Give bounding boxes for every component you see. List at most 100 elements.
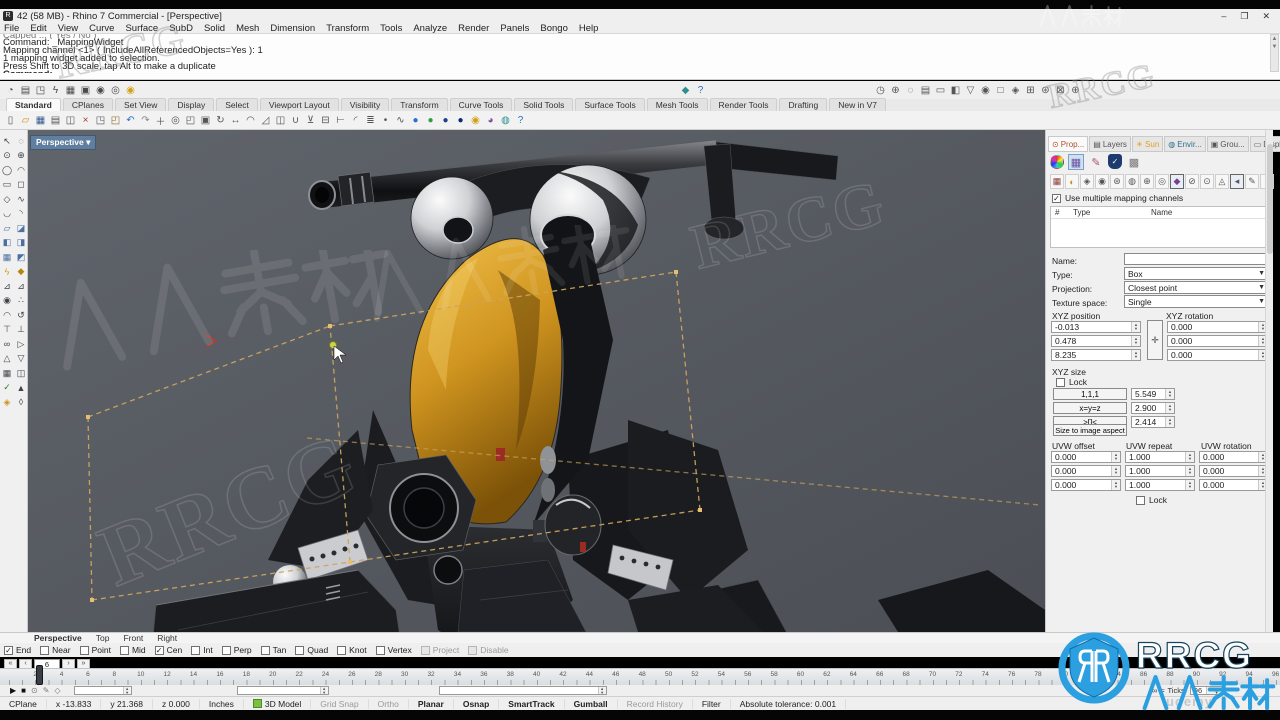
size-preset-button[interactable]: x=y=z	[1053, 402, 1127, 414]
size-value-input[interactable]: 2.414 ▲ ▼	[1131, 416, 1175, 428]
clipboard-icon[interactable]: ▤	[18, 83, 33, 98]
anim-value-input[interactable]: ▲ ▼	[236, 686, 329, 695]
render-colorwheel-icon[interactable]: ◉	[1050, 155, 1064, 169]
render-window-icon[interactable]: ⊕	[888, 83, 903, 98]
panel-tab[interactable]: ▤ Layers	[1089, 136, 1131, 152]
osnap-checkbox[interactable]: Perp	[221, 645, 252, 655]
status-bar-item[interactable]: x -13.833	[47, 698, 102, 709]
map-cylinder-icon[interactable]: ◍	[1125, 174, 1139, 189]
status-bar-item[interactable]: Inches	[200, 698, 244, 709]
conic-icon[interactable]: ◝	[15, 207, 28, 220]
osnap-checkbox[interactable]: Quad	[295, 645, 328, 655]
box-icon[interactable]: ▦	[1, 251, 14, 264]
save-icon[interactable]: ▦	[33, 113, 48, 128]
target-icon[interactable]: ◉	[93, 83, 108, 98]
mirror2-icon[interactable]: ◫	[15, 367, 28, 380]
scale-icon[interactable]: ◿	[258, 113, 273, 128]
shield-icon[interactable]: ✓	[1108, 154, 1122, 169]
curve-icon[interactable]: ∿	[393, 113, 408, 128]
panel-icon[interactable]: ▦	[1, 367, 14, 380]
perp-icon[interactable]: ⊥	[15, 323, 28, 336]
texture-space-dropdown[interactable]: Single ▼	[1124, 295, 1268, 308]
xyz-rotation-input[interactable]: 0.000 ▲ ▼	[1167, 335, 1268, 347]
mapping-widget-icon[interactable]: ▦	[1068, 154, 1084, 170]
triangle-icon[interactable]: ⊿	[1, 280, 14, 293]
osnap-checkbox[interactable]: Tan	[260, 645, 286, 655]
status-bar-item[interactable]: Gumball	[565, 698, 618, 709]
loft-icon[interactable]: ◪	[15, 222, 28, 235]
mirror-icon[interactable]: ◫	[273, 113, 288, 128]
toolbar-tab[interactable]: Solid Tools	[514, 98, 574, 111]
size-to-image-aspect-button[interactable]: Size to image aspect	[1053, 424, 1127, 436]
toolbar-tab[interactable]: Surface Tools	[575, 98, 645, 111]
timeline-playhead[interactable]	[36, 665, 43, 685]
status-bar-item[interactable]: SmartTrack	[499, 698, 565, 709]
spinner[interactable]: ▲ ▼	[1185, 480, 1194, 490]
cylinder-icon[interactable]: ◩	[15, 251, 28, 264]
circle-icon[interactable]: ◯	[1, 164, 14, 177]
shade-icon[interactable]: ◧	[948, 83, 963, 98]
uvw-offset-input[interactable]: 0.000 ▲ ▼	[1051, 479, 1121, 491]
panel-scrollbar[interactable]	[1265, 130, 1273, 632]
grid2-icon[interactable]: ⊞	[1023, 83, 1038, 98]
help-icon[interactable]: ?	[693, 83, 708, 98]
menu-item[interactable]: Analyze	[413, 23, 447, 34]
move-icon[interactable]: ↔	[228, 113, 243, 128]
star-icon[interactable]: ⊛	[1038, 83, 1053, 98]
spinner[interactable]: ▲ ▼	[1165, 389, 1174, 399]
viewport-tab[interactable]: Right	[157, 633, 177, 643]
spinner[interactable]: ▲ ▼	[1111, 466, 1120, 476]
size-value-input[interactable]: 2.900 ▲ ▼	[1131, 402, 1175, 414]
status-bar-item[interactable]: Ortho	[369, 698, 409, 709]
fillet2-icon[interactable]: ◠	[1, 309, 14, 322]
status-bar-item[interactable]: y 21.368	[101, 698, 153, 709]
record-icon[interactable]: ✎	[43, 686, 50, 695]
status-bar-item[interactable]: 3D Model	[244, 698, 312, 709]
teapot-icon[interactable]: ◌	[903, 83, 918, 98]
widget-align-button[interactable]: ✛	[1147, 320, 1163, 360]
spinner[interactable]: ▲ ▼	[1131, 322, 1140, 332]
viewport-tab[interactable]: Perspective	[34, 633, 82, 643]
tee-icon[interactable]: ⊤	[1, 323, 14, 336]
select-icon[interactable]: ↖	[1, 135, 14, 148]
minimize-button[interactable]: –	[1221, 11, 1226, 21]
search-icon[interactable]: ◎	[108, 83, 123, 98]
osnap-checkbox[interactable]: Project	[420, 645, 459, 655]
osnap-checkbox[interactable]: Cen	[154, 645, 182, 655]
prev-frame-button[interactable]: ‹	[19, 658, 32, 669]
uvw-repeat-input[interactable]: 1.000 ▲ ▼	[1125, 479, 1195, 491]
toolbar-tab[interactable]: Set View	[114, 98, 167, 111]
status-bar-item[interactable]: Grid Snap	[311, 698, 369, 709]
uvw-rotation-input[interactable]: 0.000 ▲ ▼	[1199, 451, 1268, 463]
menu-item[interactable]: File	[4, 23, 19, 34]
map-show-icon[interactable]: ◂	[1230, 174, 1244, 189]
bolt-icon[interactable]: ϟ	[48, 83, 63, 98]
help2-icon[interactable]: ?	[513, 113, 528, 128]
toolbar-tab[interactable]: Drafting	[779, 98, 828, 111]
offset-icon[interactable]: ≣	[363, 113, 378, 128]
undo2-icon[interactable]: ↺	[15, 309, 28, 322]
points-icon[interactable]: ⊕	[15, 149, 28, 162]
toolbar-tab[interactable]: Curve Tools	[449, 98, 513, 111]
undo-icon[interactable]: ↶	[123, 113, 138, 128]
menu-item[interactable]: Dimension	[270, 23, 315, 34]
rectangle-icon[interactable]: ▭	[1, 178, 14, 191]
panel-tab[interactable]: ◍ Envir...	[1164, 136, 1206, 152]
status-bar-item[interactable]: Planar	[409, 698, 454, 709]
toolbar-tab[interactable]: Standard	[6, 98, 61, 111]
spinner[interactable]: ▲ ▼	[1165, 403, 1174, 413]
status-bar-item[interactable]: Record History	[618, 698, 693, 709]
spinner[interactable]: ▲ ▼	[1185, 466, 1194, 476]
map-edit-icon[interactable]: ✎	[1245, 174, 1259, 189]
camera-icon[interactable]: ◇	[54, 686, 60, 695]
toolbar-tab[interactable]: Render Tools	[709, 98, 778, 111]
spinner[interactable]: ▲ ▼	[597, 686, 606, 694]
extend-icon[interactable]: ⊢	[333, 113, 348, 128]
solid-icon[interactable]: ◆	[15, 265, 28, 278]
menu-item[interactable]: Transform	[326, 23, 369, 34]
sphere-icon[interactable]: ◉	[978, 83, 993, 98]
menu-item[interactable]: Curve	[89, 23, 114, 34]
rotate-view-icon[interactable]: ↻	[213, 113, 228, 128]
flatshade-icon[interactable]: ▽	[963, 83, 978, 98]
toolbar-tab[interactable]: Display	[168, 98, 215, 111]
